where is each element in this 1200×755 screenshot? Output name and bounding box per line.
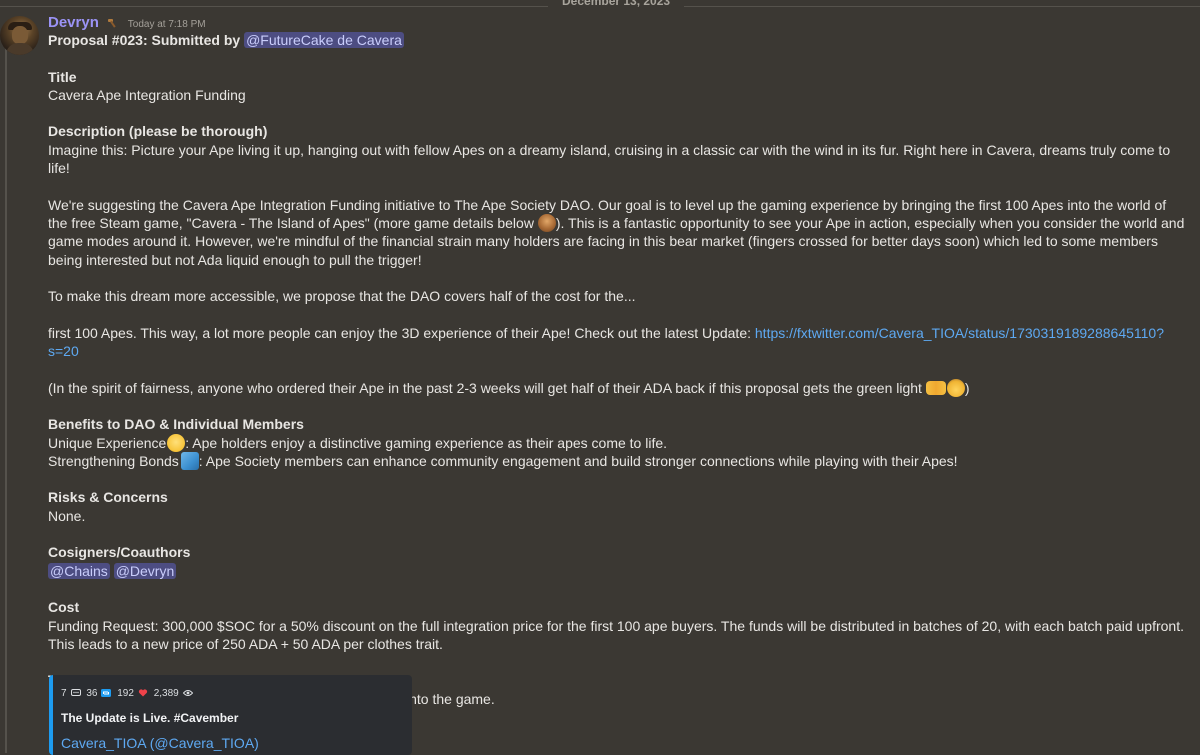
avatar-face [12, 26, 28, 44]
cosigner-mention-devryn[interactable]: @Devryn [113, 562, 177, 579]
people-hugging-emoji-icon [180, 451, 199, 470]
cosigners-label: Cosigners/Coauthors [48, 544, 191, 561]
cosigner-mention-chains[interactable]: @Chains [48, 562, 110, 579]
proposal-heading-text: Proposal #023: Submitted by [48, 32, 245, 48]
tweet-embed[interactable]: 7 36 192 2,389 The Update is Live. #Cave… [49, 675, 412, 755]
description-paragraph-5-end: ) [964, 379, 970, 396]
benefit-2-text: : Ape Society members can enhance commun… [198, 452, 958, 469]
proposal-heading: Proposal #023: Submitted by @FutureCake … [48, 31, 1188, 49]
risks-label: Risks & Concerns [48, 489, 168, 506]
likes-count: 192 [117, 688, 134, 699]
cosigners-list: @Chains @Devryn [48, 562, 1188, 580]
eye-icon [182, 690, 193, 696]
description-paragraph-4-text: first 100 Apes. This way, a lot more peo… [48, 324, 755, 341]
message-body: Proposal #023: Submitted by @FutureCake … [48, 31, 1188, 708]
benefit-1: Unique Experience : Ape holders enjoy a d… [48, 433, 1188, 452]
title-label: Title [48, 68, 77, 85]
cost-value: Funding Request: 300,000 $SOC for a 50% … [48, 617, 1184, 652]
views-count: 2,389 [153, 688, 179, 699]
reply-thread-gutter [5, 36, 16, 753]
description-paragraph-3: To make this dream more accessible, we p… [48, 288, 636, 305]
benefits-label: Benefits to DAO & Individual Members [48, 416, 304, 433]
replies-count: 7 [61, 688, 67, 699]
reply-icon [70, 689, 81, 696]
avatar[interactable] [0, 16, 39, 55]
monkey-emoji-icon [537, 213, 556, 232]
description-paragraph-1: Imagine this: Picture your Ape living it… [48, 141, 1171, 177]
cowboy-emoji-icon [946, 378, 965, 397]
tweet-author-link[interactable]: Cavera_TIOA (@Cavera_TIOA) [61, 735, 259, 751]
risks-value: None. [48, 507, 86, 524]
benefit-2-name: Strengthening Bonds [48, 452, 179, 469]
flushed-face-emoji-icon [167, 433, 186, 452]
benefit-1-name: Unique Experience [48, 434, 167, 451]
description-paragraph-4: first 100 Apes. This way, a lot more peo… [48, 324, 1188, 361]
message-timestamp[interactable]: Today at 7:18 PM [128, 19, 206, 30]
tweet-text: The Update is Live. #Cavember [61, 711, 239, 725]
description-label: Description (please be thorough) [48, 123, 268, 140]
cost-label: Cost [48, 599, 80, 616]
retweet-icon [101, 689, 112, 697]
benefit-2: Strengthening Bonds : Ape Society members… [48, 451, 1188, 470]
handshake-emoji-icon [925, 380, 946, 395]
retweets-count: 36 [86, 688, 98, 699]
description-paragraph-5: (In the spirit of fairness, anyone who o… [48, 378, 1188, 397]
submitter-mention[interactable]: @FutureCake de Cavera [244, 32, 404, 48]
hammer-icon [108, 18, 116, 28]
description-paragraph-2: We're suggesting the Cavera Ape Integrat… [48, 196, 1188, 269]
description-paragraph-5-text: (In the spirit of fairness, anyone who o… [48, 379, 926, 396]
date-divider-label: December 13, 2023 [548, 0, 685, 8]
benefit-1-text: : Ape holders enjoy a distinctive gaming… [185, 434, 668, 451]
date-divider: December 13, 2023 [0, 0, 1200, 11]
author-name[interactable]: Devryn [48, 14, 99, 31]
tweet-stats: 7 36 192 2,389 [61, 688, 196, 699]
message-header: Devryn Today at 7:18 PM [48, 14, 206, 32]
avatar-body [6, 43, 34, 55]
title-value: Cavera Ape Integration Funding [48, 86, 246, 103]
heart-icon [138, 689, 148, 697]
